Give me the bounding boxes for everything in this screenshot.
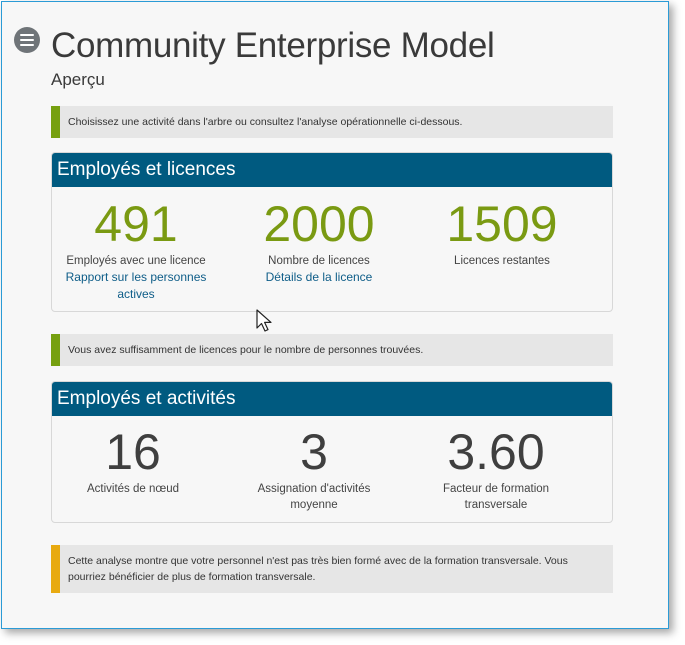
licences-ok-notice: Vous avez suffisamment de licences pour …: [51, 334, 613, 366]
licences-ok-notice-text: Vous avez suffisamment de licences pour …: [68, 344, 424, 356]
active-persons-report-link[interactable]: Rapport sur les personnes actives: [52, 269, 226, 303]
page-subtitle: Aperçu: [51, 70, 105, 89]
stat-label: Employés avec une licence: [66, 255, 206, 267]
activities-panel-title: Employés et activités: [52, 382, 612, 416]
stat-node-activities: 16 Activités de nœud: [52, 423, 223, 497]
stat-label: Nombre de licences: [268, 255, 370, 267]
stat-value: 16: [105, 424, 161, 480]
stat-value: 3.60: [447, 424, 545, 480]
stat-label: Licences restantes: [454, 255, 550, 267]
licences-panel: Employés et licences 491 Employés avec u…: [51, 152, 613, 312]
stat-remaining-licences: 1509 Licences restantes: [412, 195, 592, 269]
intro-notice: Choisissez une activité dans l'arbre ou …: [51, 106, 613, 138]
licence-details-link[interactable]: Détails de la licence: [229, 269, 409, 286]
stat-value: 2000: [263, 196, 375, 252]
stat-licensed-employees: 491 Employés avec une licence Rapport su…: [52, 195, 226, 303]
mouse-pointer-icon: [256, 309, 272, 332]
licences-panel-title: Employés et licences: [52, 153, 612, 187]
analysis-notice-text: Cette analyse montre que votre personnel…: [68, 555, 568, 583]
stat-value: 1509: [446, 196, 558, 252]
stat-licence-count: 2000 Nombre de licences Détails de la li…: [229, 195, 409, 286]
stat-avg-activity-assignment: 3 Assignation d'activités moyenne: [224, 423, 404, 513]
stat-value: 491: [94, 196, 178, 252]
activities-panel: Employés et activités 16 Activités de nœ…: [51, 381, 613, 523]
stat-value: 3: [300, 424, 328, 480]
page-title: Community Enterprise Model: [51, 26, 495, 65]
hamburger-menu-icon[interactable]: [14, 27, 40, 53]
intro-notice-text: Choisissez une activité dans l'arbre ou …: [68, 116, 463, 128]
stat-cross-training-factor: 3.60 Facteur de formation transversale: [406, 423, 586, 513]
app-window: [1, 1, 669, 629]
analysis-notice: Cette analyse montre que votre personnel…: [51, 545, 613, 593]
stat-label: Activités de nœud: [86, 483, 180, 495]
stat-label: Assignation d'activités moyenne: [257, 483, 371, 511]
stat-label: Facteur de formation transversale: [442, 483, 550, 511]
